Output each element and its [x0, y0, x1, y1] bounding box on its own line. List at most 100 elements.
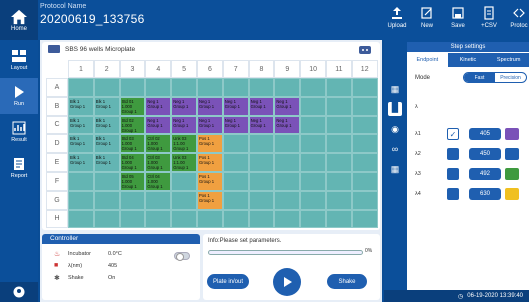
plate-well[interactable] — [300, 209, 326, 229]
plate-well[interactable]: Pos 1 Group 1 — [197, 134, 223, 154]
plate-well[interactable] — [351, 209, 378, 229]
plate-well[interactable] — [93, 190, 120, 210]
plate-well[interactable]: Blk 1 Group 1 — [68, 115, 94, 135]
plate-well[interactable] — [248, 78, 275, 97]
mode-selector[interactable]: Fast Precision — [463, 72, 527, 83]
column-header[interactable]: 8 — [248, 60, 275, 78]
tab-spectrum[interactable]: Spectrum — [488, 53, 529, 67]
plate-well[interactable] — [326, 190, 352, 210]
plate-well[interactable]: Blk 1 Group 1 — [93, 115, 120, 135]
play-button[interactable] — [273, 268, 301, 296]
column-header[interactable]: 2 — [93, 60, 120, 78]
plate-well[interactable]: Neg 1 Group 1 — [274, 96, 301, 116]
plate-well[interactable] — [222, 134, 249, 154]
plate-well[interactable]: Neg 1 Group 1 — [222, 96, 249, 116]
plate-well[interactable] — [145, 190, 172, 210]
table-tool-icon[interactable]: ▦ — [388, 164, 402, 178]
column-header[interactable]: 7 — [222, 60, 249, 78]
row-header[interactable]: A — [46, 78, 68, 97]
plate-well[interactable] — [274, 78, 301, 97]
plate-well[interactable]: Blk 1 Group 1 — [68, 134, 94, 154]
plate-well[interactable] — [119, 209, 146, 229]
plate-well[interactable]: Blk 1 Group 1 — [68, 96, 94, 116]
plate-well[interactable]: Blk 1 Group 1 — [93, 134, 120, 154]
plate-well[interactable] — [300, 78, 326, 97]
plate-settings-icon[interactable] — [358, 43, 372, 57]
row-header[interactable]: D — [46, 134, 68, 154]
plate-well[interactable] — [68, 190, 94, 210]
plate-well[interactable] — [274, 172, 301, 191]
plate-well[interactable] — [274, 134, 301, 154]
plate-well[interactable]: Neg 1 Group 1 — [171, 96, 197, 116]
plate-well[interactable] — [248, 134, 275, 154]
plate-well[interactable]: Std 01 1.000 Group 1 — [119, 96, 146, 116]
plate-well[interactable]: Unk 03 1:1.00 Group 1 — [171, 134, 197, 154]
csv-button[interactable]: +CSV — [474, 3, 504, 37]
plate-well[interactable] — [326, 172, 352, 191]
column-header[interactable]: 5 — [171, 60, 197, 78]
eye-tool-icon[interactable]: ◉ — [388, 124, 402, 138]
row-header[interactable]: F — [46, 172, 68, 191]
plate-well[interactable] — [248, 172, 275, 191]
row-header[interactable]: G — [46, 190, 68, 210]
plate-well[interactable]: Neg 1 Group 1 — [171, 115, 197, 135]
plate-well[interactable] — [222, 190, 249, 210]
row-header[interactable]: C — [46, 115, 68, 135]
plate-well[interactable] — [171, 78, 197, 97]
column-header[interactable]: 9 — [274, 60, 301, 78]
row-header[interactable]: H — [46, 209, 68, 229]
plate-well[interactable] — [68, 209, 94, 229]
plate-well[interactable]: Ctrl 04 1.000 Group 1 — [145, 172, 172, 191]
plate-well[interactable] — [119, 78, 146, 97]
plate-well[interactable] — [222, 78, 249, 97]
plate-well[interactable]: Neg 1 Group 1 — [248, 115, 275, 135]
shake-button[interactable]: Shake — [327, 274, 367, 289]
plate-well[interactable] — [300, 172, 326, 191]
plate-well[interactable] — [351, 115, 378, 135]
lambda-checkbox[interactable] — [447, 168, 459, 180]
nav-run[interactable]: Run — [0, 78, 38, 114]
protocol-button[interactable]: Protoc — [504, 3, 529, 37]
plate-well[interactable] — [222, 172, 249, 191]
plate-well[interactable] — [300, 153, 326, 172]
grid-tool-icon[interactable]: ▦ — [388, 84, 402, 98]
plate-well[interactable] — [351, 172, 378, 191]
plate-well[interactable] — [68, 172, 94, 191]
plate-well[interactable] — [222, 209, 249, 229]
plate-well[interactable] — [197, 209, 223, 229]
plate-well[interactable]: Ctrl 02 1.000 Group 1 — [145, 134, 172, 154]
plate-well[interactable] — [171, 172, 197, 191]
tab-endpoint[interactable]: Endpoint — [407, 53, 448, 67]
plate-well[interactable]: Pos 1 Group 1 — [197, 153, 223, 172]
lambda-value-input[interactable]: 492 — [469, 168, 501, 180]
lambda-color-swatch[interactable] — [505, 148, 519, 160]
column-header[interactable]: 3 — [119, 60, 146, 78]
plate-well[interactable] — [171, 209, 197, 229]
plate-well[interactable] — [351, 190, 378, 210]
plate-well[interactable] — [68, 78, 94, 97]
home-button[interactable]: Home — [0, 0, 38, 40]
incubator-toggle[interactable] — [174, 252, 190, 261]
link-tool-icon[interactable]: ∞ — [388, 144, 402, 158]
plate-well[interactable] — [171, 190, 197, 210]
column-header[interactable]: 1 — [68, 60, 94, 78]
lambda-color-swatch[interactable] — [505, 188, 519, 200]
save-button[interactable]: Save — [443, 3, 473, 37]
upload-button[interactable]: Upload — [382, 3, 412, 37]
plate-well[interactable]: Pos 1 Group 1 — [197, 172, 223, 191]
plate-well[interactable]: Ctrl 03 1.000 Group 1 — [145, 153, 172, 172]
plate-well[interactable]: Blk 1 Group 1 — [93, 153, 120, 172]
plate-well[interactable] — [326, 78, 352, 97]
plate-in-out-button[interactable]: Plate in/out — [207, 274, 249, 289]
plate-well[interactable] — [119, 190, 146, 210]
column-header[interactable]: 10 — [300, 60, 326, 78]
lambda-checkbox[interactable]: ✓ — [447, 128, 459, 140]
nav-report[interactable]: Report — [0, 150, 38, 186]
plate-well[interactable] — [351, 134, 378, 154]
plate-well[interactable] — [300, 115, 326, 135]
plate-well[interactable] — [326, 153, 352, 172]
nav-result[interactable]: Result — [0, 114, 38, 150]
plate-well[interactable] — [248, 190, 275, 210]
plate-well[interactable]: Std 02 1.000 Group 1 — [119, 115, 146, 135]
column-header[interactable]: 4 — [145, 60, 172, 78]
